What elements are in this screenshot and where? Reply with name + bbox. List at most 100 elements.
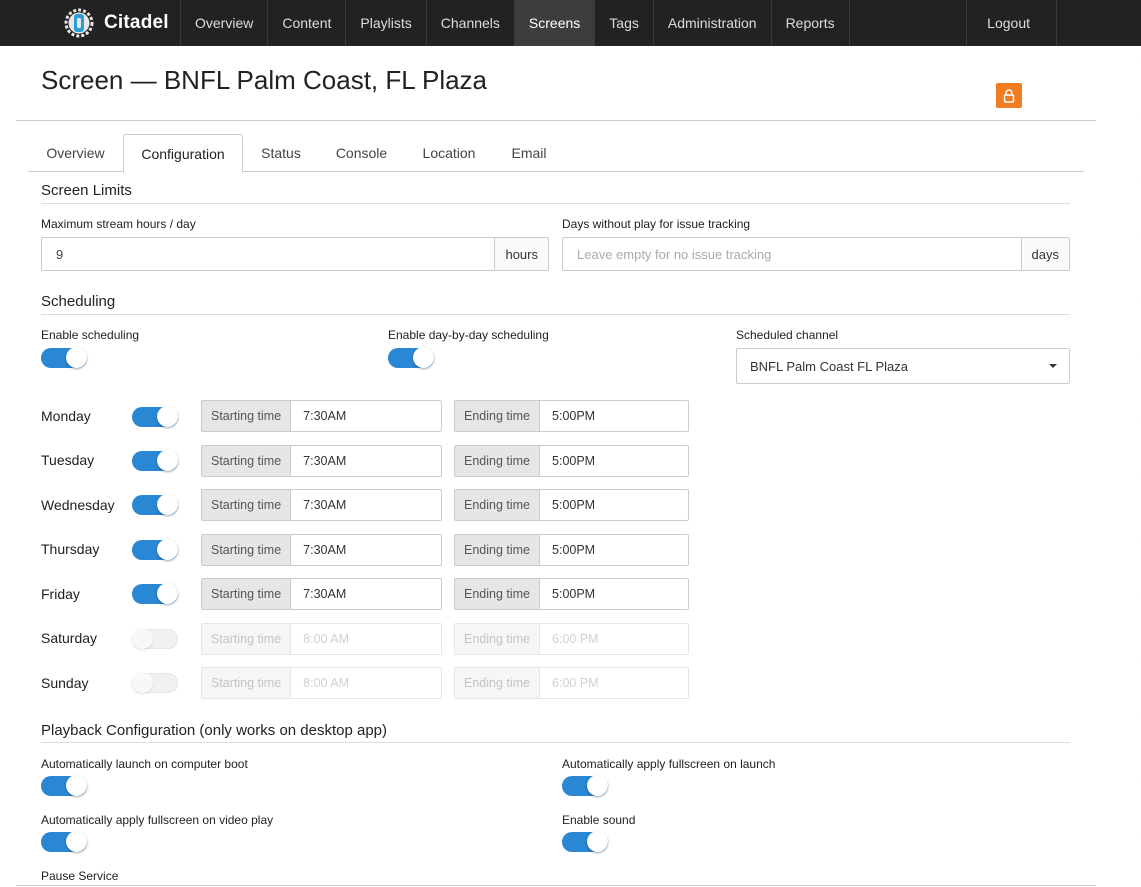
fullscreen-video-toggle[interactable] <box>41 831 87 852</box>
start-time-label: Starting time <box>201 445 291 477</box>
bottom-edge <box>16 885 1096 886</box>
start-time-group: Starting time 7:30AM <box>201 578 442 610</box>
end-time-group: Ending time 5:00PM <box>454 534 689 566</box>
day-toggle[interactable] <box>132 672 178 693</box>
end-time-label: Ending time <box>454 667 540 699</box>
scheduled-channel-label: Scheduled channel <box>736 328 839 342</box>
brand-name: Citadel <box>104 12 169 33</box>
playback-divider <box>41 742 1070 743</box>
day-label: Saturday <box>41 630 98 646</box>
start-time-input[interactable]: 7:30AM <box>290 400 442 432</box>
start-time-label: Starting time <box>201 578 291 610</box>
max-hours-input[interactable]: 9 <box>41 237 495 271</box>
end-time-group: Ending time 6:00 PM <box>454 623 689 655</box>
enable-scheduling-label: Enable scheduling <box>41 328 140 342</box>
day-label: Monday <box>41 408 91 424</box>
day-label: Wednesday <box>41 497 115 513</box>
day-label: Friday <box>41 586 80 602</box>
nav-tags[interactable]: Tags <box>595 0 654 46</box>
top-navbar: Citadel Overview Content Playlists Chann… <box>0 0 1141 46</box>
lock-icon <box>1003 88 1015 103</box>
end-time-label: Ending time <box>454 400 540 432</box>
days-tracking-label: Days without play for issue tracking <box>562 217 751 231</box>
max-hours-group: 9 hours <box>41 237 549 271</box>
end-time-label: Ending time <box>454 445 540 477</box>
brand[interactable]: Citadel <box>0 0 181 46</box>
start-time-input[interactable]: 8:00 AM <box>290 623 442 655</box>
tab-status[interactable]: Status <box>243 134 319 172</box>
end-time-group: Ending time 5:00PM <box>454 400 689 432</box>
day-toggle[interactable] <box>132 539 178 560</box>
nav-playlists[interactable]: Playlists <box>346 0 427 46</box>
start-time-input[interactable]: 7:30AM <box>290 578 442 610</box>
scheduled-channel-value: BNFL Palm Coast FL Plaza <box>750 358 908 374</box>
end-time-input[interactable]: 6:00 PM <box>539 667 689 699</box>
end-time-group: Ending time 5:00PM <box>454 445 689 477</box>
end-time-label: Ending time <box>454 534 540 566</box>
day-toggle[interactable] <box>132 583 178 604</box>
nav-content[interactable]: Content <box>268 0 347 46</box>
day-label: Tuesday <box>41 452 95 468</box>
tab-email[interactable]: Email <box>494 134 564 172</box>
start-time-input[interactable]: 8:00 AM <box>290 667 442 699</box>
lock-button[interactable] <box>996 83 1022 108</box>
start-time-group: Starting time 7:30AM <box>201 489 442 521</box>
end-time-input[interactable]: 6:00 PM <box>539 623 689 655</box>
day-toggle[interactable] <box>132 628 178 649</box>
nav-overview[interactable]: Overview <box>181 0 269 46</box>
chevron-down-icon <box>1049 364 1057 368</box>
playback-title: Playback Configuration (only works on de… <box>41 722 388 739</box>
enable-sound-toggle[interactable] <box>562 831 608 852</box>
end-time-input[interactable]: 5:00PM <box>539 400 689 432</box>
start-time-input[interactable]: 7:30AM <box>290 445 442 477</box>
screen-limits-divider <box>41 203 1070 204</box>
day-toggle[interactable] <box>132 450 178 471</box>
day-label: Thursday <box>41 541 100 557</box>
auto-launch-toggle[interactable] <box>41 775 87 796</box>
end-time-group: Ending time 6:00 PM <box>454 667 689 699</box>
fullscreen-launch-toggle[interactable] <box>562 775 608 796</box>
nav-screens[interactable]: Screens <box>514 0 596 46</box>
enable-scheduling-toggle[interactable] <box>41 347 87 368</box>
day-label: Sunday <box>41 675 89 691</box>
start-time-group: Starting time 8:00 AM <box>201 623 442 655</box>
start-time-label: Starting time <box>201 623 291 655</box>
tab-overview[interactable]: Overview <box>28 134 123 172</box>
start-time-group: Starting time 8:00 AM <box>201 667 442 699</box>
page-panel: Screen — BNFL Palm Coast, FL Plaza Overv… <box>16 46 1096 887</box>
logout-link[interactable]: Logout <box>966 0 1057 46</box>
day-by-day-label: Enable day-by-day scheduling <box>388 328 549 342</box>
nav-channels[interactable]: Channels <box>427 0 515 46</box>
scheduling-divider <box>41 314 1070 315</box>
end-time-group: Ending time 5:00PM <box>454 489 689 521</box>
start-time-group: Starting time 7:30AM <box>201 400 442 432</box>
tab-configuration[interactable]: Configuration <box>123 134 243 173</box>
days-tracking-input[interactable]: Leave empty for no issue tracking <box>562 237 1021 271</box>
nav-reports[interactable]: Reports <box>772 0 850 46</box>
end-time-input[interactable]: 5:00PM <box>539 534 689 566</box>
end-time-label: Ending time <box>454 578 540 610</box>
tab-location[interactable]: Location <box>404 134 494 172</box>
scheduled-channel-select[interactable]: BNFL Palm Coast FL Plaza <box>736 348 1070 384</box>
pause-service-label: Pause Service <box>41 869 119 883</box>
nav-administration[interactable]: Administration <box>654 0 772 46</box>
day-toggle[interactable] <box>132 494 178 515</box>
end-time-group: Ending time 5:00PM <box>454 578 689 610</box>
day-by-day-toggle[interactable] <box>388 347 434 368</box>
max-hours-label: Maximum stream hours / day <box>41 217 196 231</box>
title-divider <box>16 120 1096 121</box>
start-time-input[interactable]: 7:30AM <box>290 534 442 566</box>
end-time-input[interactable]: 5:00PM <box>539 445 689 477</box>
start-time-input[interactable]: 7:30AM <box>290 489 442 521</box>
end-time-input[interactable]: 5:00PM <box>539 578 689 610</box>
max-hours-unit: hours <box>494 237 549 271</box>
page-title: Screen — BNFL Palm Coast, FL Plaza <box>41 65 488 95</box>
tab-console[interactable]: Console <box>319 134 404 172</box>
day-toggle[interactable] <box>132 406 178 427</box>
fullscreen-launch-label: Automatically apply fullscreen on launch <box>562 757 776 771</box>
days-tracking-group: Leave empty for no issue tracking days <box>562 237 1070 271</box>
scheduling-title: Scheduling <box>41 293 116 310</box>
end-time-input[interactable]: 5:00PM <box>539 489 689 521</box>
end-time-label: Ending time <box>454 489 540 521</box>
end-time-label: Ending time <box>454 623 540 655</box>
